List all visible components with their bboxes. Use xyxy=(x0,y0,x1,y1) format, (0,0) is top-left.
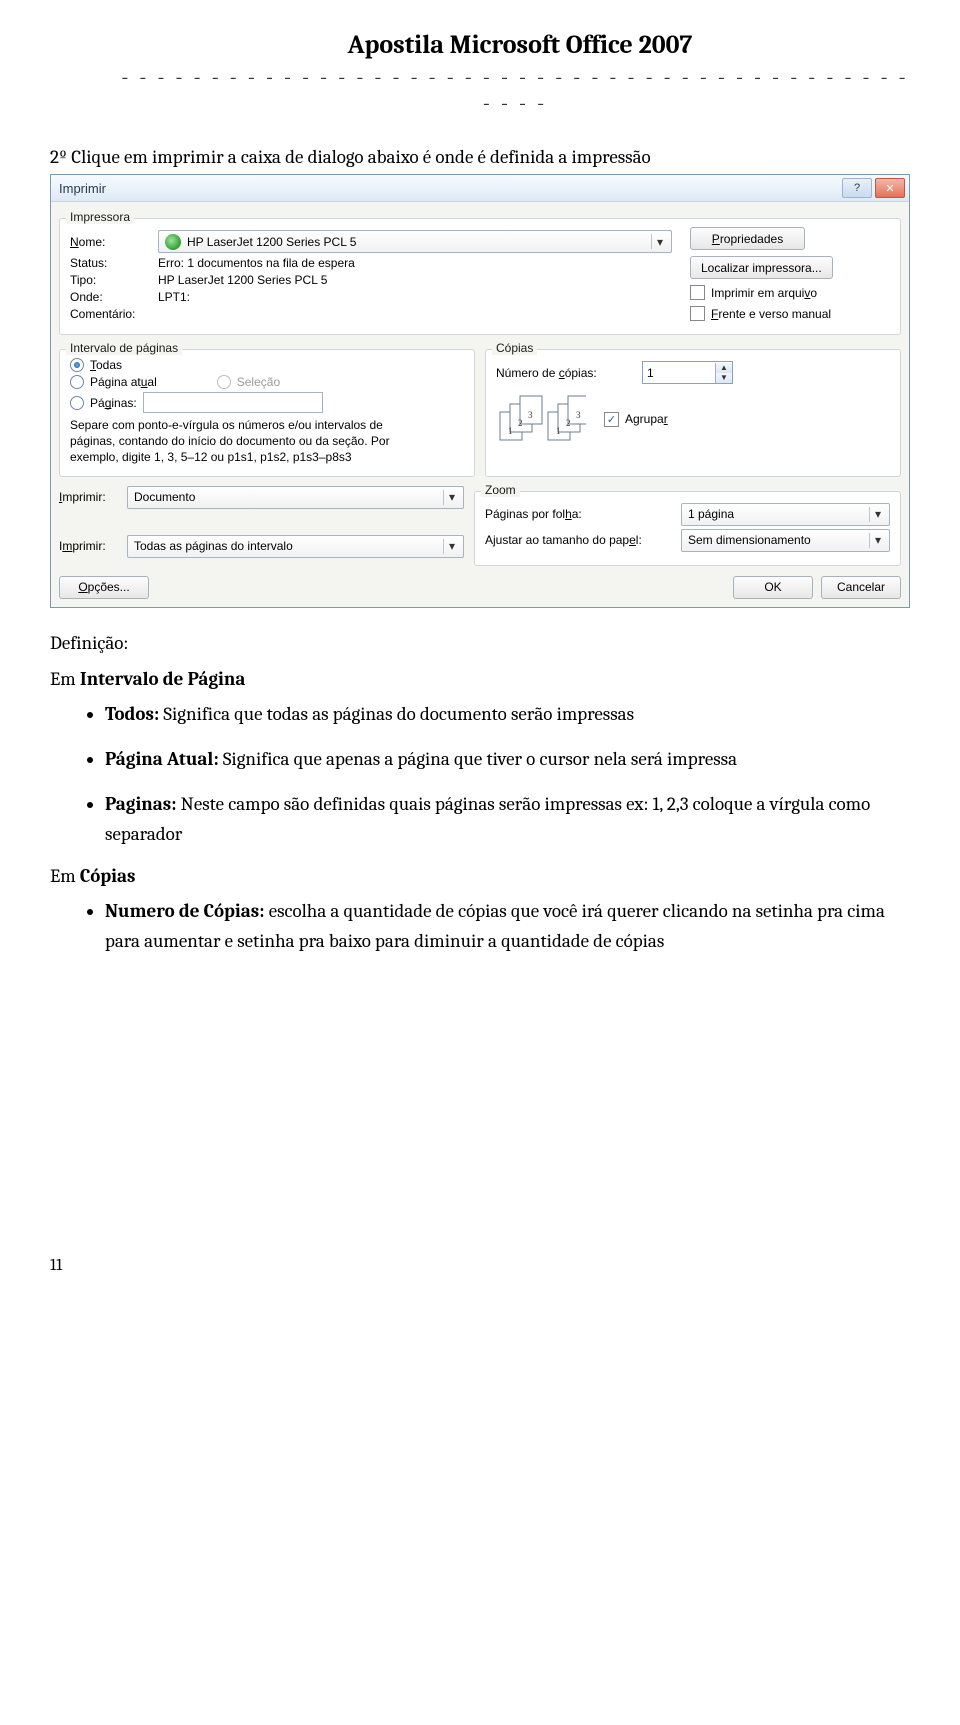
pages-input[interactable] xyxy=(143,392,323,413)
pages-per-sheet-dropdown[interactable]: 1 página ▾ xyxy=(681,503,890,526)
zoom-group: Zoom Páginas por folha: 1 página ▾ Ajust… xyxy=(474,491,901,566)
print-dialog: Imprimir ? ✕ Impressora Nome: HP LaserJe… xyxy=(50,174,910,608)
copias-list: Numero de Cópias: escolha a quantidade d… xyxy=(50,897,910,956)
collate-checkbox[interactable]: ✓ Agrupar xyxy=(604,412,668,427)
printer-name-dropdown[interactable]: HP LaserJet 1200 Series PCL 5 ▾ xyxy=(158,230,672,253)
properties-button[interactable]: Propriedades xyxy=(690,227,805,250)
scale-to-paper-dropdown[interactable]: Sem dimensionamento ▾ xyxy=(681,529,890,552)
intervalo-list: Todos: Significa que todas as páginas do… xyxy=(50,700,910,850)
status-text: Erro: 1 documentos na fila de espera xyxy=(158,256,355,270)
help-button[interactable]: ? xyxy=(842,178,872,198)
pages-per-sheet-text: 1 página xyxy=(688,507,869,521)
printer-name-text: HP LaserJet 1200 Series PCL 5 xyxy=(187,235,651,249)
options-button[interactable]: Opções... xyxy=(59,576,149,599)
definicao-heading: Definição: xyxy=(50,632,910,654)
doc-title: Apostila Microsoft Office 2007 xyxy=(50,30,910,60)
copies-group: Cópias Número de cópias: ▲ ▼ xyxy=(485,349,901,477)
chevron-down-icon: ▾ xyxy=(869,533,886,548)
radio-icon xyxy=(217,375,231,389)
printer-legend: Impressora xyxy=(66,210,134,224)
dialog-title: Imprimir xyxy=(59,181,106,196)
manual-duplex-checkbox[interactable]: Frente e verso manual xyxy=(690,306,831,321)
chevron-down-icon: ▾ xyxy=(869,507,886,522)
page-range-group: Intervalo de páginas Todas Página atual … xyxy=(59,349,475,477)
print-what-text: Documento xyxy=(134,490,443,504)
dialog-titlebar: Imprimir ? ✕ xyxy=(51,175,909,202)
radio-paginas[interactable]: Páginas: xyxy=(70,396,137,410)
onde-text: LPT1: xyxy=(158,290,190,304)
list-item: Todos: Significa que todas as páginas do… xyxy=(105,700,910,729)
radio-pagina-atual[interactable]: Página atual xyxy=(70,375,157,389)
print-range-text: Todas as páginas do intervalo xyxy=(134,539,443,553)
list-item: Numero de Cópias: escolha a quantidade d… xyxy=(105,897,910,956)
close-button[interactable]: ✕ xyxy=(875,178,905,198)
list-item: Paginas: Neste campo são definidas quais… xyxy=(105,790,910,849)
radio-icon xyxy=(70,375,84,389)
chevron-down-icon: ▾ xyxy=(443,539,460,554)
radio-icon xyxy=(70,396,84,410)
intervalo-heading: Em Intervalo de Página xyxy=(50,668,910,690)
chevron-down-icon: ▾ xyxy=(651,234,668,249)
list-item: Página Atual: Significa que apenas a pág… xyxy=(105,745,910,774)
copias-heading: Em Cópias xyxy=(50,865,910,887)
copies-input[interactable] xyxy=(643,362,715,383)
page-range-legend: Intervalo de páginas xyxy=(66,341,182,355)
find-printer-button[interactable]: Localizar impressora... xyxy=(690,256,833,279)
ok-button[interactable]: OK xyxy=(733,576,813,599)
svg-text:3: 3 xyxy=(528,410,533,420)
lbl-imprimir-1: Imprimir: xyxy=(59,490,121,504)
checkbox-icon xyxy=(690,285,705,300)
chevron-down-icon: ▾ xyxy=(443,490,460,505)
lbl-tipo: Tipo: xyxy=(70,273,152,287)
doc-divider: - - - - - - - - - - - - - - - - - - - - … xyxy=(50,64,910,116)
lbl-nome: Nome: xyxy=(70,235,152,249)
collate-diagram-icon: 123 123 xyxy=(496,394,586,444)
radio-todas[interactable]: Todas xyxy=(70,358,464,372)
page-number: 11 xyxy=(50,1256,910,1275)
lbl-coment: Comentário: xyxy=(70,307,152,321)
checkbox-icon xyxy=(690,306,705,321)
print-to-file-checkbox[interactable]: Imprimir em arquivo xyxy=(690,285,817,300)
svg-text:2: 2 xyxy=(518,418,523,428)
printer-icon xyxy=(165,234,181,250)
lbl-ppf: Páginas por folha: xyxy=(485,507,675,521)
intro-text: 2º Clique em imprimir a caixa de dialogo… xyxy=(50,146,910,168)
copies-legend: Cópias xyxy=(492,341,537,355)
copies-spinner[interactable]: ▲ ▼ xyxy=(642,361,733,384)
spinner-down-icon[interactable]: ▼ xyxy=(715,373,732,383)
cancel-button[interactable]: Cancelar xyxy=(821,576,901,599)
svg-text:2: 2 xyxy=(566,418,571,428)
print-what-dropdown[interactable]: Documento ▾ xyxy=(127,486,464,509)
zoom-legend: Zoom xyxy=(481,483,520,497)
radio-selected-icon xyxy=(70,358,84,372)
lbl-status: Status: xyxy=(70,256,152,270)
svg-text:1: 1 xyxy=(556,426,561,436)
lbl-numcop: Número de cópias: xyxy=(496,366,636,380)
lbl-onde: Onde: xyxy=(70,290,152,304)
lbl-ajustar: Ajustar ao tamanho do papel: xyxy=(485,533,675,547)
scale-to-paper-text: Sem dimensionamento xyxy=(688,533,869,547)
printer-group: Impressora Nome: HP LaserJet 1200 Series… xyxy=(59,218,901,335)
svg-text:3: 3 xyxy=(576,410,581,420)
spinner-up-icon[interactable]: ▲ xyxy=(715,363,732,373)
svg-text:1: 1 xyxy=(508,426,513,436)
checkbox-checked-icon: ✓ xyxy=(604,412,619,427)
lbl-imprimir-2: Imprimir: xyxy=(59,539,121,553)
print-range-dropdown[interactable]: Todas as páginas do intervalo ▾ xyxy=(127,535,464,558)
range-note: Separe com ponto-e-vírgula os números e/… xyxy=(70,417,390,466)
radio-selecao: Seleção xyxy=(217,375,280,389)
tipo-text: HP LaserJet 1200 Series PCL 5 xyxy=(158,273,327,287)
